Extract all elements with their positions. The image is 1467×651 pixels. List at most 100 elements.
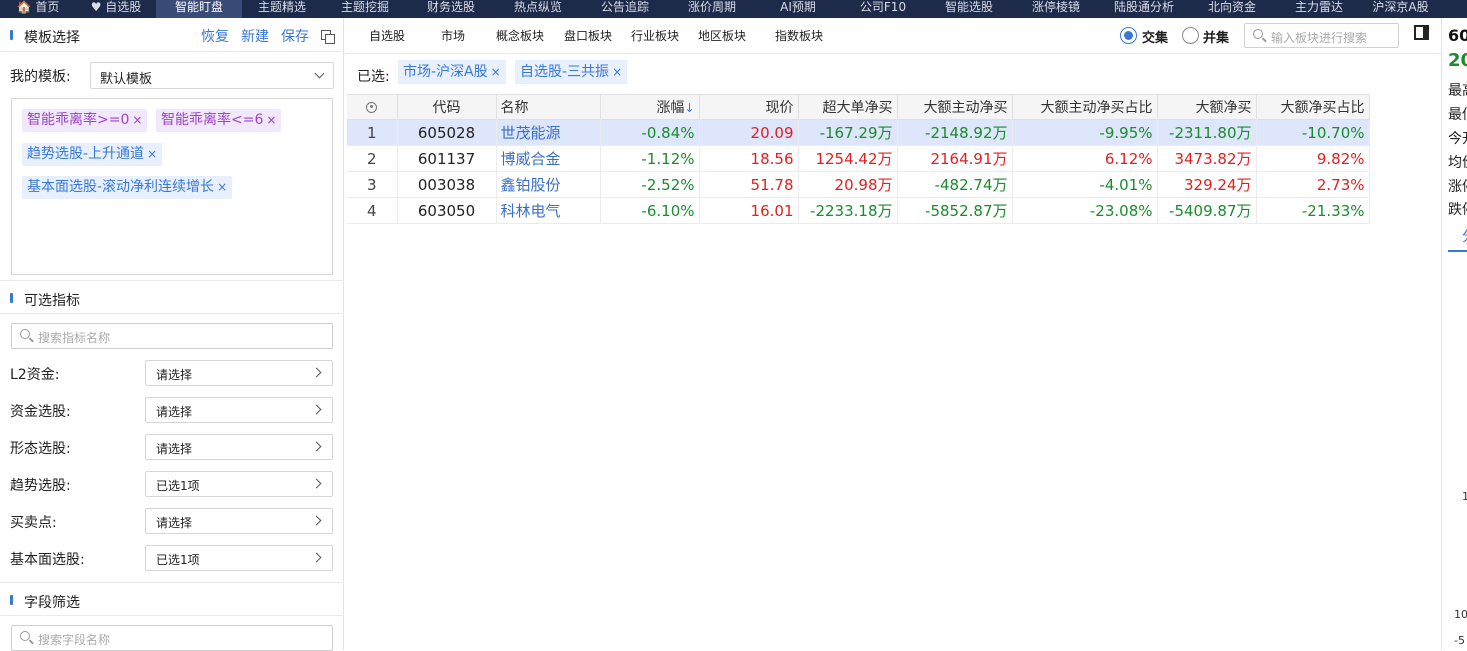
restore-button[interactable]: 恢复 (201, 26, 229, 46)
search-icon (1253, 29, 1263, 39)
selected-tag[interactable]: 自选股-三共振 × (515, 60, 628, 84)
nav-item[interactable]: 涨停棱镜 (1012, 0, 1100, 18)
sort-desc-icon: ↓ (684, 101, 695, 115)
selected-label: 已选: (357, 69, 390, 85)
condition-tag[interactable]: 智能乖离率<=6 × (156, 109, 282, 132)
filter-label: 趋势选股: (10, 478, 71, 494)
nav-item[interactable]: 智能盯盘 (156, 0, 242, 18)
filter-row-l2: L2资金: 请选择 (10, 360, 334, 386)
filter-picker[interactable]: 请选择 (145, 397, 333, 423)
remove-tag-icon[interactable]: × (491, 65, 501, 79)
tab-industry[interactable]: 行业板块 (631, 27, 679, 44)
nav-item[interactable]: 主题挖掘 (322, 0, 408, 18)
condition-tag-label: 智能乖离率>=0 (27, 112, 130, 128)
filter-picker[interactable]: 请选择 (145, 434, 333, 460)
stock-name-link[interactable]: 科林电气 (496, 197, 601, 224)
save-button[interactable]: 保存 (281, 26, 309, 46)
selected-tag[interactable]: 市场-沪深A股 × (398, 60, 506, 84)
section-marker (10, 595, 13, 605)
tab-minute[interactable]: 分 (1462, 226, 1467, 246)
nav-item[interactable]: 沪深京A股 (1362, 0, 1439, 18)
condition-tag[interactable]: 智能乖离率>=0 × (22, 109, 148, 132)
new-button[interactable]: 新建 (241, 26, 269, 46)
tab-index[interactable]: 指数板块 (775, 27, 823, 44)
filter-picker-value: 请选择 (156, 516, 193, 530)
tab-market[interactable]: 市场 (441, 27, 465, 44)
nav-item[interactable]: 公告追踪 (582, 0, 668, 18)
indicator-section-title: 可选指标 (24, 293, 80, 309)
col-header-large-net[interactable]: 大额净买 (1157, 94, 1257, 120)
col-header-code[interactable]: 代码 (397, 94, 497, 120)
chevron-right-icon (311, 478, 322, 489)
tab-concept[interactable]: 概念板块 (496, 27, 544, 44)
remove-tag-icon[interactable]: × (217, 180, 227, 194)
settings-icon (366, 101, 378, 113)
table-row[interactable]: 2 601137 博威合金 -1.12% 18.56 1254.42万 2164.91万 6.… (347, 145, 1370, 172)
nav-item[interactable]: AI预期 (756, 0, 840, 18)
nav-item[interactable]: ♥ 自选股 (76, 0, 156, 18)
table-row[interactable]: 1 605028 世茂能源 -0.84% 20.09 -167.29万 -2148.92万 -… (347, 119, 1370, 146)
nav-item[interactable]: 陆股通分析 (1100, 0, 1188, 18)
tab-region[interactable]: 地区板块 (698, 27, 746, 44)
filter-row-trend: 趋势选股: 已选1项 (10, 471, 334, 497)
col-header-price[interactable]: 现价 (699, 94, 799, 120)
filter-picker[interactable]: 已选1项 (145, 545, 333, 571)
toggle-panel-icon[interactable] (1414, 25, 1429, 40)
col-header-active-ratio[interactable]: 大额主动净买占比 (1012, 94, 1158, 120)
change-pct: -0.84% (600, 119, 700, 146)
column-settings-header[interactable] (347, 94, 398, 120)
tab-handicap[interactable]: 盘口板块 (564, 27, 612, 44)
copy-icon[interactable] (321, 29, 335, 44)
intersect-radio[interactable] (1120, 27, 1137, 44)
field-search-input[interactable]: 搜索字段名称 (11, 625, 333, 651)
template-select[interactable]: 默认模板 (90, 62, 334, 89)
nav-item[interactable]: 公司F10 (840, 0, 926, 18)
remove-tag-icon[interactable]: × (147, 147, 157, 161)
stock-code: 605028 (397, 119, 497, 146)
col-header-large-ratio[interactable]: 大额净买占比 (1256, 94, 1370, 120)
quote-label-limit-up: 涨停 (1448, 179, 1467, 195)
nav-item[interactable]: 北向资金 (1188, 0, 1276, 18)
remove-tag-icon[interactable]: × (132, 113, 142, 127)
nav-item[interactable]: 智能选股 (926, 0, 1012, 18)
result-table: 代码 名称 涨幅↓ 现价 超大单净买 大额主动净买 大额主动净买占比 大额净买 … (347, 94, 1370, 224)
condition-tag-label: 基本面选股-滚动净利连续增长 (27, 179, 215, 195)
table-row[interactable]: 3 003038 鑫铂股份 -2.52% 51.78 20.98万 -482.74万 -4.0… (347, 171, 1370, 198)
remove-tag-icon[interactable]: × (266, 113, 276, 127)
condition-tags-box: 智能乖离率>=0 × 智能乖离率<=6 × 趋势选股-上升通道 × 基本面选股-滚动净… (11, 98, 333, 275)
condition-tag[interactable]: 趋势选股-上升通道 × (22, 143, 163, 166)
quote-code: 60 (1448, 26, 1467, 45)
col-header-active-net[interactable]: 大额主动净买 (897, 94, 1013, 120)
filter-label: 形态选股: (10, 441, 71, 457)
nav-item[interactable]: 主力雷达 (1276, 0, 1362, 18)
filter-picker-value: 请选择 (156, 368, 193, 382)
main-panel: 自选股 市场 概念板块 盘口板块 行业板块 地区板块 指数板块 交集 并集 输入… (345, 18, 1441, 650)
sector-search-input[interactable]: 输入板块进行搜索 (1244, 23, 1399, 48)
filter-picker[interactable]: 请选择 (145, 508, 333, 534)
nav-item[interactable]: 涨价周期 (668, 0, 756, 18)
stock-name-link[interactable]: 博威合金 (496, 145, 601, 172)
col-header-name[interactable]: 名称 (496, 94, 601, 120)
nav-item[interactable]: 🏠 首页 (0, 0, 76, 18)
filter-label: 资金选股: (10, 404, 71, 420)
quote-label-open: 今开 (1448, 131, 1467, 147)
indicator-search-input[interactable]: 搜索指标名称 (11, 323, 333, 349)
remove-tag-icon[interactable]: × (612, 65, 622, 79)
nav-item[interactable]: 主题精选 (242, 0, 322, 18)
col-header-change[interactable]: 涨幅↓ (600, 94, 700, 120)
row-index: 4 (347, 197, 398, 224)
category-tabbar: 自选股 市场 概念板块 盘口板块 行业板块 地区板块 指数板块 交集 并集 输入… (345, 18, 1441, 54)
condition-tag[interactable]: 基本面选股-滚动净利连续增长 × (22, 176, 233, 199)
filter-picker[interactable]: 请选择 (145, 360, 333, 386)
filter-picker[interactable]: 已选1项 (145, 471, 333, 497)
col-header-super-net[interactable]: 超大单净买 (798, 94, 898, 120)
nav-item[interactable]: 财务选股 (408, 0, 494, 18)
nav-item[interactable]: 热点纵览 (494, 0, 582, 18)
stock-name-link[interactable]: 鑫铂股份 (496, 171, 601, 198)
stock-name-link[interactable]: 世茂能源 (496, 119, 601, 146)
axis-tick: 10 (1454, 608, 1467, 621)
union-radio[interactable] (1182, 27, 1199, 44)
tab-watchlist[interactable]: 自选股 (369, 27, 405, 44)
current-price: 20.09 (699, 119, 799, 146)
table-row[interactable]: 4 603050 科林电气 -6.10% 16.01 -2233.18万 -5852.87万… (347, 197, 1370, 224)
